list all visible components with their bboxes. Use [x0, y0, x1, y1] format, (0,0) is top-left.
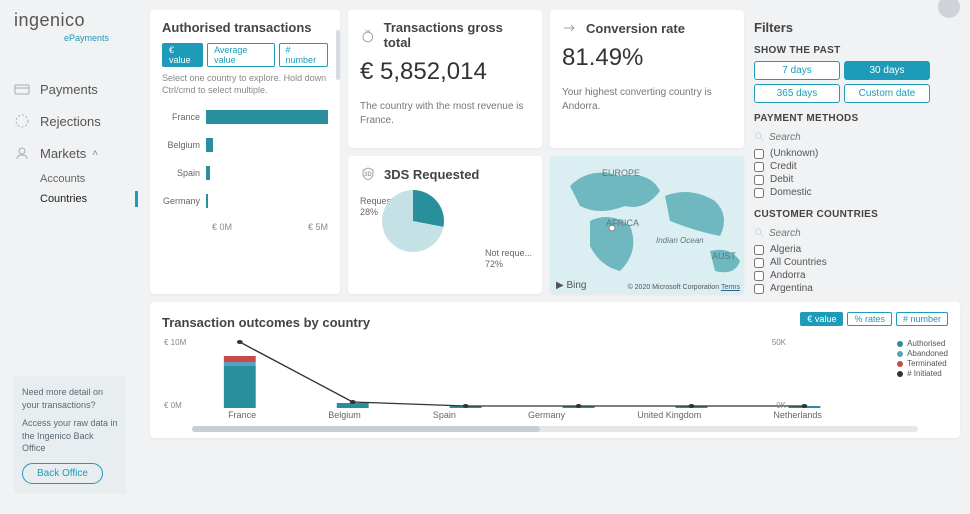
card-icon	[14, 81, 30, 97]
x-label: Spain	[433, 410, 456, 420]
nav-payments[interactable]: Payments	[14, 73, 140, 105]
y-tick: € 0M	[164, 401, 182, 410]
bar-france[interactable]: France	[162, 110, 328, 124]
datebtn-30days[interactable]: 30 days	[844, 61, 930, 80]
scrollbar[interactable]	[336, 30, 340, 80]
label-payment-methods: PAYMENT METHODS	[754, 113, 936, 124]
x-label: France	[228, 410, 256, 420]
x-label: Netherlands	[773, 410, 822, 420]
card-title: Conversion rate	[562, 20, 732, 36]
card-title: 3D 3DS Requested	[360, 166, 530, 182]
hint-text: Select one country to explore. Hold down…	[162, 73, 328, 96]
axis-min: € 0M	[212, 222, 232, 232]
sidebar: ingenico ePayments Payments Rejections M…	[0, 0, 140, 514]
check-all-countries[interactable]: All Countries	[754, 256, 936, 269]
promo-text-1: Need more detail on your transactions?	[22, 386, 118, 411]
nav-accounts[interactable]: Accounts	[14, 169, 140, 189]
filters-title: Filters	[754, 20, 936, 35]
backoffice-promo: Need more detail on your transactions? A…	[14, 376, 126, 494]
pill-euro-value[interactable]: € value	[800, 312, 843, 326]
main-content: Authorised transactions € value Average …	[140, 0, 970, 514]
pill-avg-value[interactable]: Average value	[207, 43, 274, 67]
reject-icon	[14, 113, 30, 129]
label-show-past: SHOW THE PAST	[754, 45, 936, 56]
card-map[interactable]: EUROPE AFRICA Indian Ocean AUST ▶ Bing ©…	[550, 156, 744, 294]
nav-rejections[interactable]: Rejections	[14, 105, 140, 137]
pill-euro-value[interactable]: € value	[162, 43, 203, 67]
card-title: Transaction outcomes by country	[162, 315, 370, 330]
check-algeria[interactable]: Algeria	[754, 243, 936, 256]
map-label-aust: AUST	[712, 251, 736, 261]
legend: Authorised Abandoned Terminated # Initia…	[897, 338, 948, 379]
nav-label: Rejections	[40, 114, 101, 129]
y2-tick: 50K	[772, 338, 786, 347]
y2-tick: 0K	[776, 401, 786, 410]
card-conversion-rate: Conversion rate 81.49% Your highest conv…	[550, 10, 744, 148]
search-input[interactable]	[769, 228, 936, 239]
nav-countries[interactable]: Countries	[14, 189, 140, 209]
money-bag-icon	[360, 27, 376, 43]
outcomes-chart: € 10M € 0M 50K 0K	[192, 340, 858, 408]
check-unknown[interactable]: (Unknown)	[754, 147, 936, 160]
conversion-subtext: Your highest converting country is Andor…	[562, 86, 732, 114]
check-argentina[interactable]: Argentina	[754, 282, 936, 295]
map-label-africa: AFRICA	[606, 218, 639, 228]
y-tick: € 10M	[164, 338, 186, 347]
pie-chart	[382, 190, 444, 252]
conversion-value: 81.49%	[562, 44, 732, 72]
nav-markets[interactable]: Markets ˄	[14, 137, 140, 169]
gross-subtext: The country with the most revenue is Fra…	[360, 100, 530, 128]
shield-icon: 3D	[360, 166, 376, 182]
map-copyright: © 2020 Microsoft Corporation Terms	[628, 284, 740, 291]
x-label: Belgium	[328, 410, 361, 420]
horizontal-scrollbar[interactable]	[192, 426, 918, 432]
card-gross-total: Transactions gross total € 5,852,014 The…	[348, 10, 542, 148]
svg-text:3D: 3D	[364, 172, 372, 178]
search-payment-methods[interactable]	[754, 129, 936, 145]
card-authorised-transactions: Authorised transactions € value Average …	[150, 10, 340, 294]
backoffice-button[interactable]: Back Office	[22, 463, 103, 484]
pill-rates[interactable]: % rates	[847, 312, 892, 326]
conversion-icon	[562, 20, 578, 36]
check-debit[interactable]: Debit	[754, 173, 936, 186]
datebtn-custom[interactable]: Custom date	[844, 84, 930, 103]
search-countries[interactable]	[754, 225, 936, 241]
card-title: Transactions gross total	[360, 20, 530, 50]
axis-max: € 5M	[308, 222, 328, 232]
nav-label: Payments	[40, 82, 98, 97]
check-credit[interactable]: Credit	[754, 160, 936, 173]
terms-link[interactable]: Terms	[721, 284, 740, 291]
pill-number[interactable]: # number	[896, 312, 948, 326]
datebtn-7days[interactable]: 7 days	[754, 61, 840, 80]
bar-spain[interactable]: Spain	[162, 166, 328, 180]
map-label-indian: Indian Ocean	[656, 236, 704, 245]
world-map	[550, 156, 744, 294]
x-label: United Kingdom	[637, 410, 701, 420]
chevron-up-icon: ˄	[92, 148, 98, 159]
bing-attribution: ▶ Bing	[556, 280, 586, 291]
promo-text-2: Access your raw data in the Ingenico Bac…	[22, 417, 118, 455]
bar-germany[interactable]: Germany	[162, 194, 328, 208]
card-title: Authorised transactions	[162, 20, 328, 35]
nav-label: Markets	[40, 146, 86, 161]
x-label: Germany	[528, 410, 565, 420]
search-icon	[754, 131, 765, 143]
brand-subtitle: ePayments	[64, 33, 140, 43]
search-icon	[754, 227, 765, 239]
pie-label-notrequested: Not reque...72%	[485, 248, 532, 270]
pill-number[interactable]: # number	[279, 43, 328, 67]
check-andorra[interactable]: Andorra	[754, 269, 936, 282]
card-transaction-outcomes: Transaction outcomes by country € value …	[150, 302, 960, 438]
check-domestic[interactable]: Domestic	[754, 186, 936, 199]
card-3ds-requested: 3D 3DS Requested Requested28% Not reque.…	[348, 156, 542, 294]
map-label-europe: EUROPE	[602, 168, 640, 178]
datebtn-365days[interactable]: 365 days	[754, 84, 840, 103]
brand-logo: ingenico	[14, 10, 140, 31]
gross-value: € 5,852,014	[360, 58, 530, 86]
label-customer-countries: CUSTOMER COUNTRIES	[754, 209, 936, 220]
markets-icon	[14, 145, 30, 161]
search-input[interactable]	[769, 132, 936, 143]
bar-belgium[interactable]: Belgium	[162, 138, 328, 152]
